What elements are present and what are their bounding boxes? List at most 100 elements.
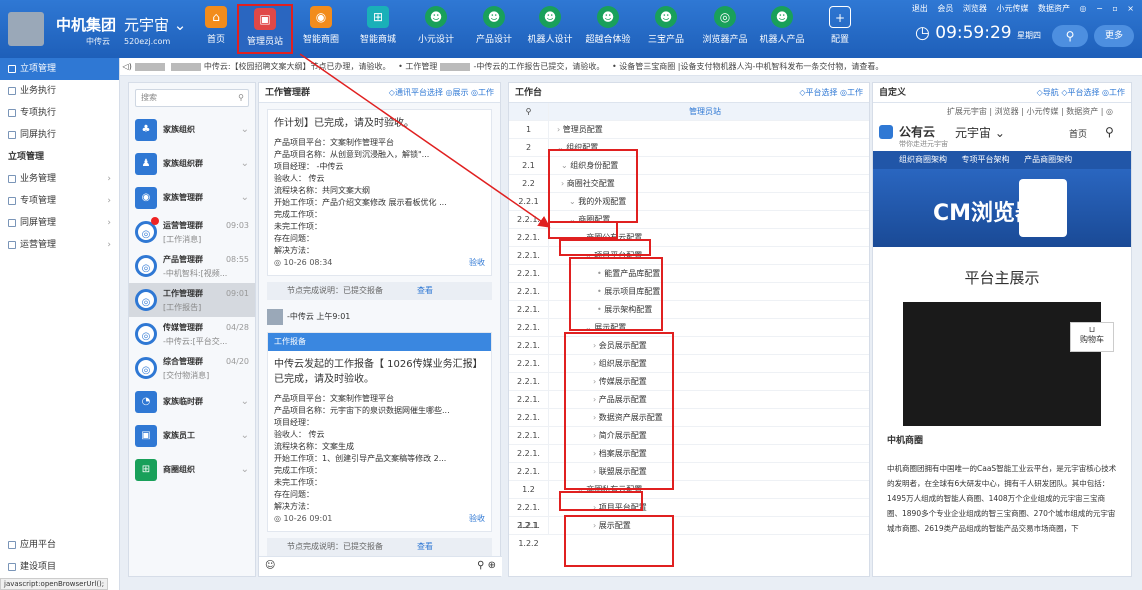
ticker-item[interactable]: -中传云的工作报告已提交，请验收。 <box>473 62 604 71</box>
tree-row[interactable]: 2.2.1. • 能置产品库配置 <box>509 265 869 283</box>
group-avatar: ◎ <box>135 255 157 277</box>
sidebar-item-ops-mgmt[interactable]: 运营管理 › <box>0 234 119 256</box>
video-player[interactable] <box>903 302 1101 426</box>
tree-row[interactable]: 2.2.1. › 组织展示配置 <box>509 355 869 373</box>
group-item[interactable]: ◎ 综合管理群 [交付物消息] 04/20 <box>129 351 255 385</box>
tree-row[interactable]: 1 › 管理员配置 <box>509 121 869 139</box>
sidebar-item-app-platform[interactable]: 应用平台 <box>0 534 120 556</box>
tree-row[interactable]: 2.2.1. › 档案展示配置 <box>509 445 869 463</box>
plus-icon: + <box>829 6 851 28</box>
media-link[interactable]: 小元传媒 <box>996 4 1028 13</box>
tree-row[interactable]: 2.2.1. › 会员展示配置 <box>509 337 869 355</box>
workbench-links[interactable]: ◇平台选择 ◎工作 <box>799 83 863 103</box>
group-item-selected[interactable]: ◎ 工作管理群 [工作报告] 09:01 <box>129 283 255 317</box>
nav-combo-experience[interactable]: ☻ 超越合体验 <box>580 4 636 54</box>
sidebar-item-special-mgmt[interactable]: 专项管理 › <box>0 190 119 212</box>
app-title: 元宇宙 <box>124 16 170 34</box>
tree-row[interactable]: 2.2.1. 1.2.2 › 展示配置 <box>509 517 869 548</box>
group-avatar: ◎ <box>135 357 157 379</box>
app-subtitle: 520ezj.com <box>124 37 171 46</box>
group-search-input[interactable]: 搜索 ⚲ <box>135 89 249 107</box>
person-icon: ♟ <box>135 153 157 175</box>
band-item[interactable]: 专项平台架构 <box>962 155 1010 164</box>
more-button[interactable]: 更多 <box>1094 25 1134 47</box>
group-item[interactable]: ⊞ 商圈组织 ⌄ <box>129 453 255 487</box>
nav-sanbao-product[interactable]: ☻ 三宝产品 <box>638 4 694 54</box>
app-switcher[interactable]: 元宇宙 ⌄ <box>124 14 186 35</box>
nav-smart-circle[interactable]: ◉ 智能商圈 <box>293 4 349 54</box>
accept-link[interactable]: 验收 <box>469 257 485 269</box>
ticker-item[interactable]: • 工作管理 <box>398 62 437 71</box>
group-item[interactable]: ♟ 家族组织群 ⌄ <box>129 147 255 181</box>
view-link[interactable]: 查看 <box>417 286 433 295</box>
maximize-icon[interactable]: ▫ <box>1112 4 1117 13</box>
group-icon: ♣ <box>135 119 157 141</box>
cloud-logo-icon <box>879 125 893 139</box>
minimize-icon[interactable]: − <box>1096 4 1103 13</box>
nav-home[interactable]: ⌂ 首页 <box>188 4 244 54</box>
group-item[interactable]: ◉ 家族管理群 ⌄ <box>129 181 255 215</box>
hero-banner[interactable]: CM浏览器 <box>873 169 1131 247</box>
settings-icon[interactable]: ◎ <box>1080 4 1087 13</box>
close-icon[interactable]: × <box>1127 4 1134 13</box>
cart-button[interactable]: ⊔ 购物车 <box>1070 322 1114 352</box>
nav-admin-station[interactable]: ▣ 管理员站 <box>237 4 293 54</box>
chat-header-links[interactable]: ◇通讯平台选择 ◎展示 ◎工作 <box>389 83 494 103</box>
band-item[interactable]: 组织商圈架构 <box>899 155 947 164</box>
group-item[interactable]: ▣ 家族员工 ⌄ <box>129 419 255 453</box>
home-link[interactable]: 首页 <box>1069 127 1087 140</box>
accept-link[interactable]: 验收 <box>469 513 485 525</box>
sidebar-item-project[interactable]: 立项管理 <box>0 58 119 80</box>
member-link[interactable]: 会员 <box>937 4 953 13</box>
tree-row[interactable]: 2.2.1. ⌄ 展示配置 <box>509 319 869 337</box>
sidebar-item-sync-mgmt[interactable]: 同屏管理 › <box>0 212 119 234</box>
group-item[interactable]: ◎ 产品管理群 -中机智科:[视频... 08:55 <box>129 249 255 283</box>
group-item[interactable]: ◎ 传媒管理群 -中传云:[平台交... 04/28 <box>129 317 255 351</box>
assets-link[interactable]: 数据资产 <box>1038 4 1070 13</box>
user-avatar[interactable] <box>8 12 44 46</box>
chat-input-bar[interactable]: ☺ ⚲ ⊕ <box>259 556 502 576</box>
sidebar-item-build-project[interactable]: 建设项目 <box>0 556 120 578</box>
ticker-item[interactable]: • 设备管三宝商圈 |设备支付物机器人沟 <box>612 62 753 71</box>
group-item[interactable]: ◔ 家族临时群 ⌄ <box>129 385 255 419</box>
tree-row[interactable]: 2.2.1. › 产品展示配置 <box>509 391 869 409</box>
add-icon[interactable]: ⊕ <box>488 560 496 571</box>
band-item[interactable]: 产品商圈架构 <box>1024 155 1072 164</box>
search-icon[interactable]: ⚲ <box>477 560 484 571</box>
robot-icon: ☻ <box>597 6 619 28</box>
nav-product-design[interactable]: ☻ 产品设计 <box>466 4 522 54</box>
nav-browser-product[interactable]: ◎ 浏览器产品 <box>697 4 753 54</box>
search-icon: ⚲ <box>509 103 549 121</box>
clock: ◷ 09:59:29 星期四 <box>915 23 1042 43</box>
nav-robot-product[interactable]: ☻ 机器人产品 <box>754 4 810 54</box>
app-dropdown[interactable]: 元宇宙 ⌄ <box>955 124 1005 141</box>
cart-icon: ⊞ <box>367 6 389 28</box>
browser-link[interactable]: 浏览器 <box>963 4 987 13</box>
showcase-title: 平台主展示 <box>964 269 1040 287</box>
group-item[interactable]: ♣ 家族组织 ⌄ <box>129 113 255 147</box>
custom-links[interactable]: ◇导航 ◇平台选择 ◎工作 <box>1037 83 1125 103</box>
tree-row[interactable]: 2.2.1. • 展示项目库配置 <box>509 283 869 301</box>
tree-row[interactable]: 2.2.1. › 联盟展示配置 <box>509 463 869 481</box>
emoji-icon[interactable]: ☺ <box>265 560 275 571</box>
group-item[interactable]: ◎ 运营管理群 [工作消息] 09:03 <box>129 215 255 249</box>
ticker-item[interactable]: -中机智科发布一条交付物，请查看。 <box>752 62 883 71</box>
tree-row[interactable]: 2.2.1. › 传媒展示配置 <box>509 373 869 391</box>
tree-row[interactable]: 2.2.1. › 数据资产展示配置 <box>509 409 869 427</box>
tree-row[interactable]: 2.2.1. › 简介展示配置 <box>509 427 869 445</box>
nav-xiaoyuan-design[interactable]: ☻ 小元设计 <box>408 4 464 54</box>
nav-smart-mall[interactable]: ⊞ 智能商城 <box>350 4 406 54</box>
search-icon[interactable]: ⚲ <box>1105 125 1114 139</box>
search-button[interactable]: ⚲ <box>1052 25 1088 47</box>
sidebar-item-business-mgmt[interactable]: 业务管理 › <box>0 168 119 190</box>
sidebar-item-sync-exec[interactable]: 同屏执行 <box>0 124 119 146</box>
tree-row[interactable]: 2.2.1. • 展示架构配置 <box>509 301 869 319</box>
browser-links[interactable]: 扩展元宇宙 | 浏览器 | 小元传媒 | 数据资产 | ◎ <box>873 103 1131 121</box>
ticker-item[interactable]: 中传云:【校园招聘文案大纲】节点已办理，请验收。 <box>204 62 391 71</box>
view-link[interactable]: 查看 <box>417 542 433 551</box>
nav-robot-design[interactable]: ☻ 机器人设计 <box>522 4 578 54</box>
sidebar-item-special-exec[interactable]: 专项执行 <box>0 102 119 124</box>
exit-link[interactable]: 退出 <box>912 4 928 13</box>
sidebar-item-business-exec[interactable]: 业务执行 <box>0 80 119 102</box>
nav-config[interactable]: + 配置 <box>812 4 868 54</box>
